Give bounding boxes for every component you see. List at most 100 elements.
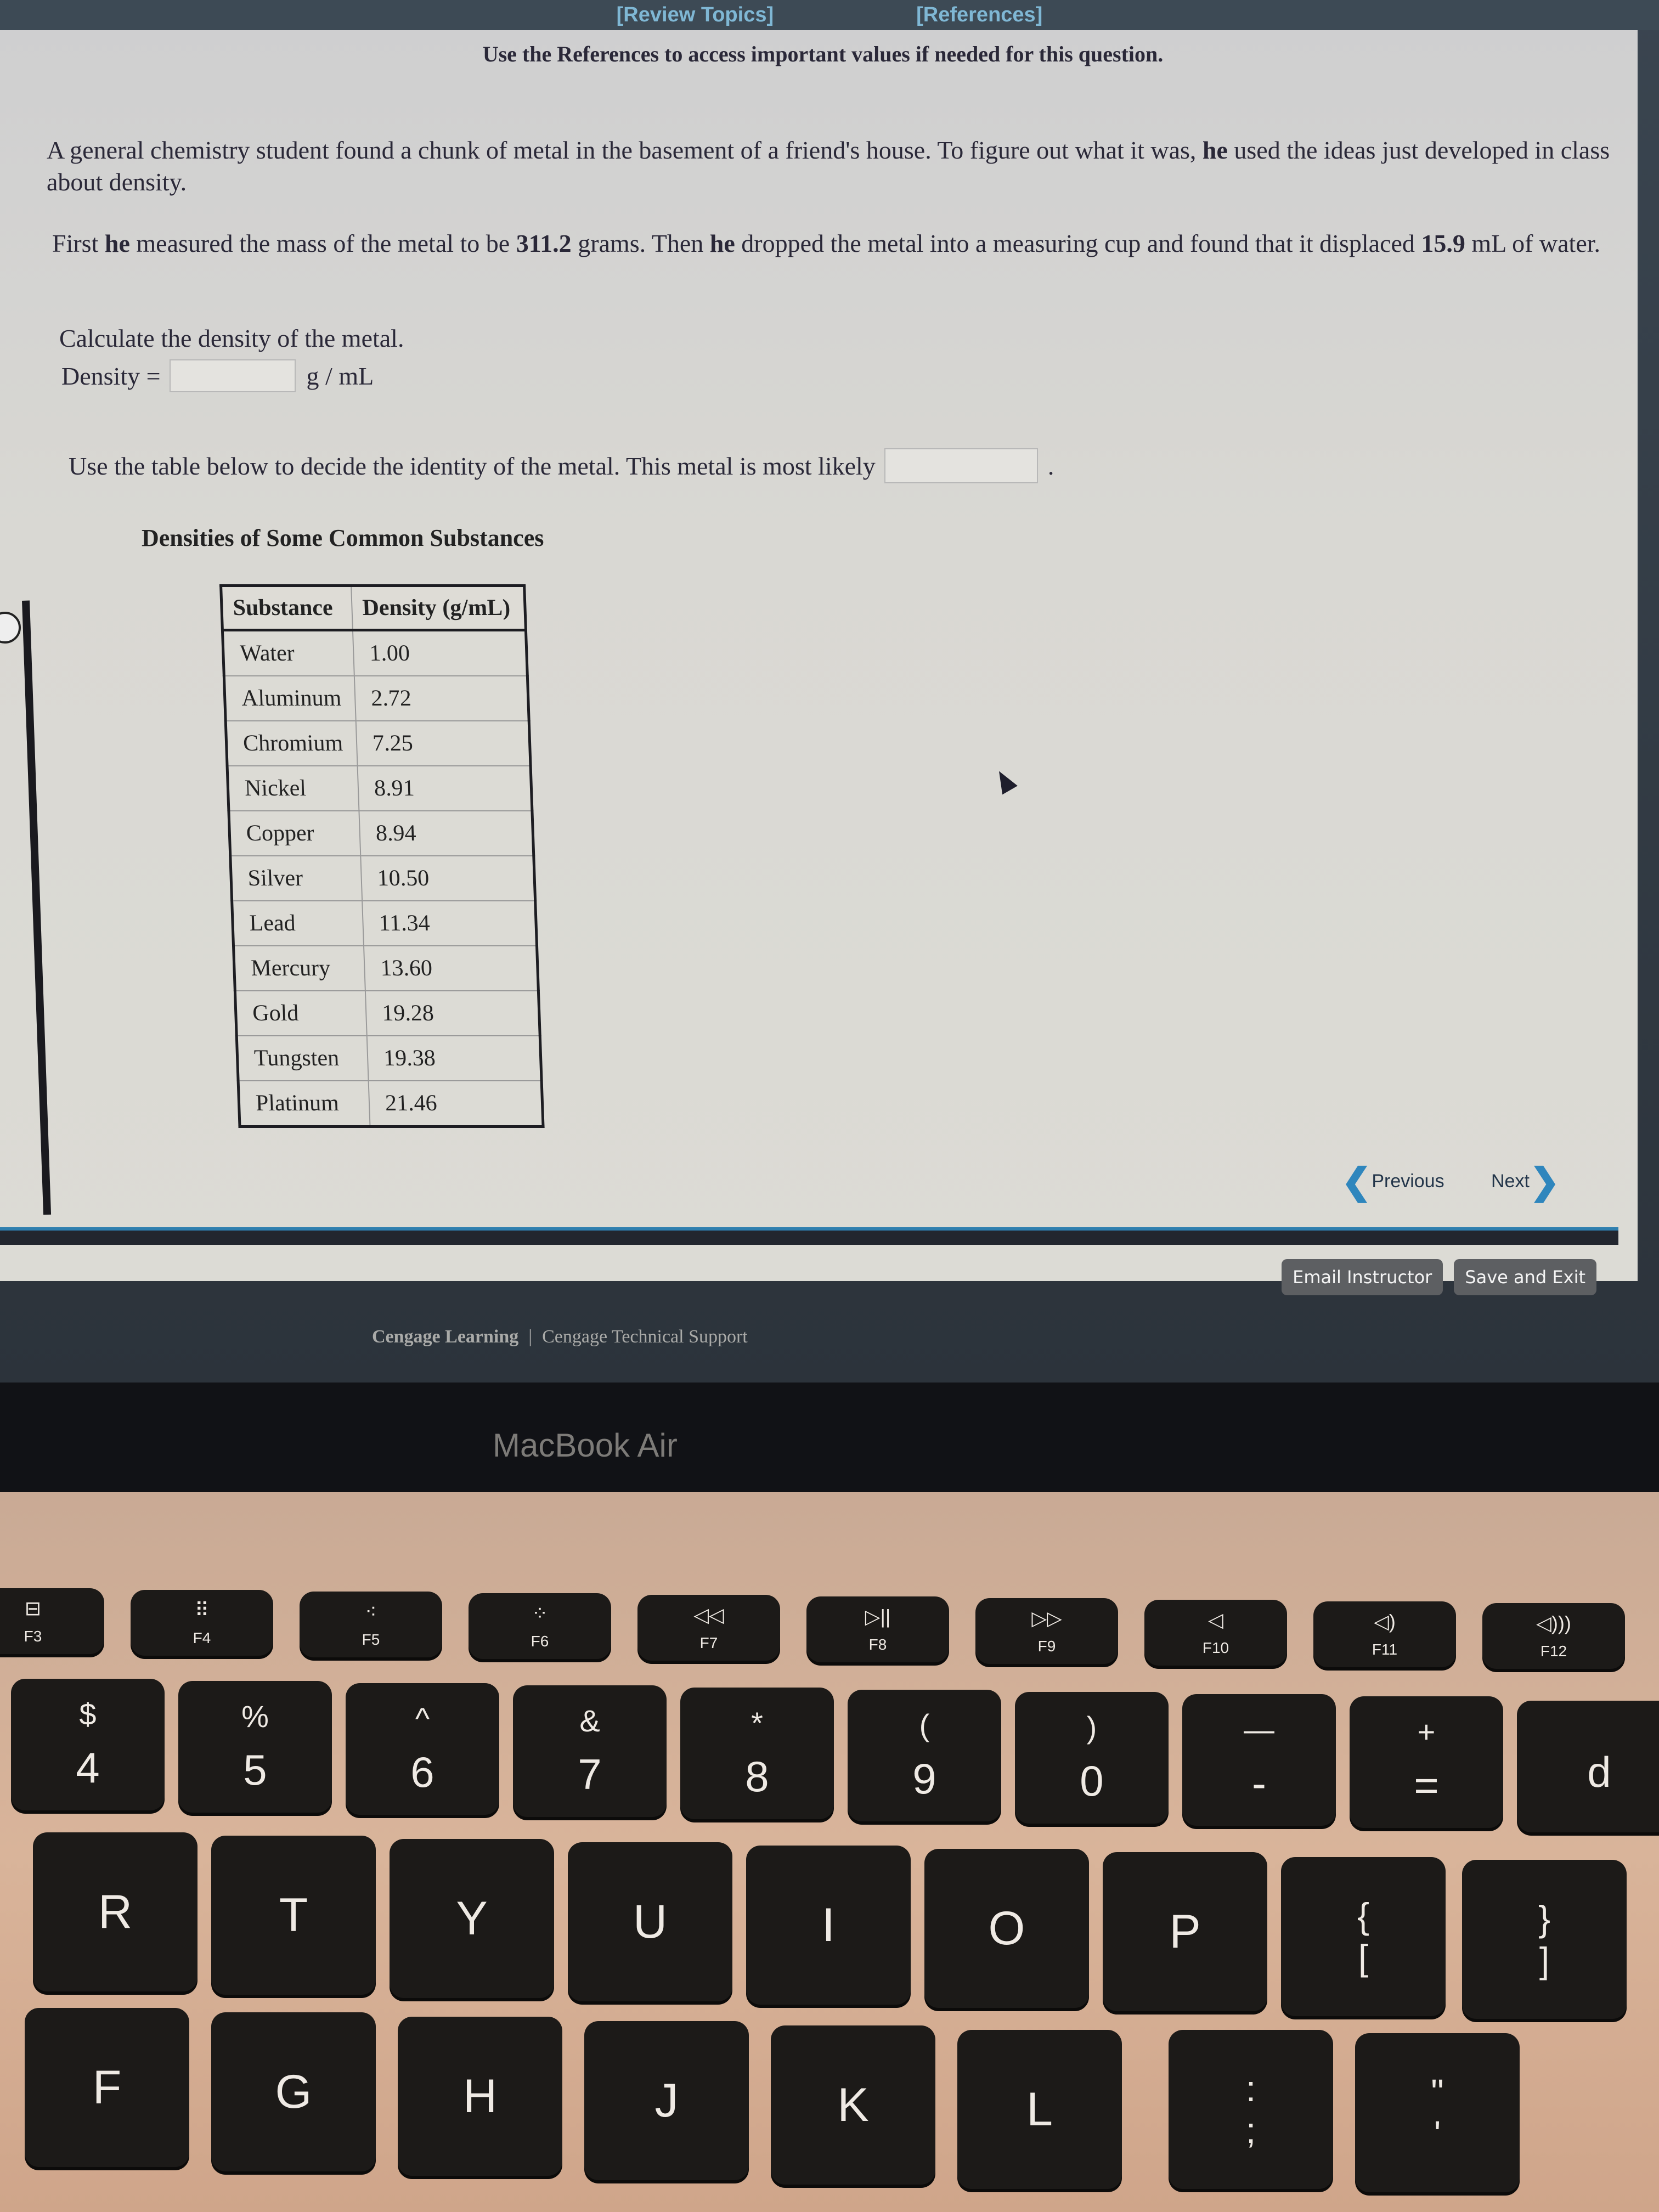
save-and-exit-button[interactable]: Save and Exit xyxy=(1454,1259,1596,1295)
key-r[interactable]: R xyxy=(33,1832,198,1991)
substance-cell: Copper xyxy=(228,811,361,856)
key-f6[interactable]: ⁘ F6 xyxy=(469,1593,611,1659)
key-label: Y xyxy=(456,1892,488,1945)
key-bracket-0[interactable]: {[ xyxy=(1281,1857,1446,2016)
technical-support-link[interactable]: Cengage Technical Support xyxy=(542,1327,748,1347)
key-label: F7 xyxy=(699,1634,718,1651)
key-i[interactable]: I xyxy=(746,1846,911,2005)
density-table-title: Densities of Some Common Substances xyxy=(142,524,544,551)
key-6[interactable]: ) 0 xyxy=(1015,1692,1169,1824)
key-j[interactable]: J xyxy=(584,2021,749,2180)
key-primary-symbol: 0 xyxy=(1080,1757,1104,1805)
key-shift-symbol: : xyxy=(1245,2068,1256,2109)
identity-period: . xyxy=(1047,452,1054,480)
key-7[interactable]: — - xyxy=(1182,1694,1336,1826)
intro-pronoun: he xyxy=(1202,136,1228,164)
side-panel-handle[interactable] xyxy=(0,612,21,644)
key-f5[interactable]: ⁖ F5 xyxy=(300,1592,442,1657)
key-f10[interactable]: ◁ F10 xyxy=(1144,1600,1287,1666)
key-g[interactable]: G xyxy=(211,2012,376,2171)
substance-cell: Platinum xyxy=(238,1081,370,1127)
measure-pronoun: he xyxy=(104,229,130,257)
key-u[interactable]: U xyxy=(568,1842,732,2001)
play-pause-icon: ▷|| xyxy=(865,1605,891,1628)
key-shift-symbol: & xyxy=(579,1703,600,1738)
email-instructor-button[interactable]: Email Instructor xyxy=(1282,1259,1443,1295)
key-f8[interactable]: ▷|| F8 xyxy=(806,1596,949,1662)
key-0[interactable]: $4 xyxy=(11,1679,165,1810)
key-f4[interactable]: ⠿ F4 xyxy=(131,1590,273,1656)
key-o[interactable]: O xyxy=(924,1849,1089,2008)
key-punct-1[interactable]: " ' xyxy=(1355,2033,1520,2192)
key-label: F10 xyxy=(1202,1639,1229,1656)
keyboard-brightness-up-icon: ⁘ xyxy=(531,1602,549,1624)
key-f11[interactable]: ◁) F11 xyxy=(1313,1601,1456,1667)
key-f[interactable]: F xyxy=(25,2008,189,2167)
key-3[interactable]: & 7 xyxy=(513,1685,667,1817)
column-header-substance: Substance xyxy=(221,585,353,630)
key-label: d xyxy=(1587,1747,1611,1796)
rewind-icon: ◁◁ xyxy=(693,1604,724,1626)
key-label: J xyxy=(654,2074,679,2127)
key-h[interactable]: H xyxy=(398,2017,562,2176)
key-8[interactable]: + = xyxy=(1350,1696,1503,1828)
key-bracket-1[interactable]: }] xyxy=(1462,1860,1627,2019)
measure-text: dropped the metal into a measuring cup a… xyxy=(735,229,1421,257)
key-f12[interactable]: ◁))) F12 xyxy=(1482,1603,1625,1669)
density-cell: 11.34 xyxy=(362,901,537,946)
next-button[interactable]: Next ❯ xyxy=(1491,1163,1560,1199)
key-shift-symbol: $ xyxy=(79,1697,97,1731)
key-shift-symbol: " xyxy=(1431,2072,1444,2112)
key-delete-partial[interactable]: d xyxy=(1517,1701,1659,1832)
key-primary-symbol: - xyxy=(1252,1759,1266,1807)
key-label: F4 xyxy=(193,1629,211,1646)
key-shift-symbol: { xyxy=(1357,1895,1370,1936)
key-primary-symbol: 9 xyxy=(912,1754,936,1803)
measure-text: First xyxy=(52,229,105,257)
density-cell: 19.28 xyxy=(365,991,540,1036)
substance-cell: Lead xyxy=(232,901,364,946)
key-primary-symbol: ' xyxy=(1434,2113,1441,2154)
table-row: Tungsten 19.38 xyxy=(236,1036,542,1081)
side-scrollbar[interactable] xyxy=(22,600,52,1215)
question-page: Use the References to access important v… xyxy=(0,30,1638,1295)
table-header-row: Substance Density (g/mL) xyxy=(221,585,526,630)
key-primary-symbol: ] xyxy=(1539,1940,1550,1980)
key-punct-0[interactable]: :; xyxy=(1169,2030,1333,2189)
identity-prompt: Use the table below to decide the identi… xyxy=(69,452,876,480)
metal-identity-input[interactable] xyxy=(884,448,1038,483)
key-primary-symbol: 5 xyxy=(243,1746,267,1794)
key-primary-symbol: 7 xyxy=(578,1750,602,1798)
substance-cell: Tungsten xyxy=(236,1036,369,1081)
key-t[interactable]: T xyxy=(211,1836,376,1995)
key-f9[interactable]: ▷▷ F9 xyxy=(975,1598,1118,1664)
key-2[interactable]: ^ 6 xyxy=(346,1683,499,1815)
key-p[interactable]: P xyxy=(1103,1852,1267,2011)
footer-links: Cengage Learning | Cengage Technical Suppo… xyxy=(372,1327,748,1347)
key-f3[interactable]: ⊟ F3 xyxy=(0,1588,104,1654)
key-label: F9 xyxy=(1037,1638,1056,1655)
references-link[interactable]: [References] xyxy=(916,3,1042,27)
review-topics-link[interactable]: [Review Topics] xyxy=(617,3,774,27)
cengage-learning-link[interactable]: Cengage Learning xyxy=(372,1327,518,1347)
substance-cell: Silver xyxy=(230,856,363,901)
density-input[interactable] xyxy=(169,359,296,392)
table-row: Silver 10.50 xyxy=(230,856,535,901)
key-f7[interactable]: ◁◁ F7 xyxy=(637,1595,780,1661)
fast-forward-icon: ▷▷ xyxy=(1031,1607,1062,1629)
measure-text: grams. Then xyxy=(571,229,710,257)
previous-label: Previous xyxy=(1372,1170,1444,1192)
key-1[interactable]: % 5 xyxy=(178,1681,332,1813)
previous-button[interactable]: ❮ Previous xyxy=(1341,1163,1444,1199)
section-divider xyxy=(0,1227,1618,1245)
key-5[interactable]: (9 xyxy=(848,1690,1001,1821)
key-y[interactable]: Y xyxy=(390,1839,554,1998)
substance-cell: Water xyxy=(222,630,354,676)
key-shift-symbol: % xyxy=(241,1699,269,1734)
density-question-prompt: Calculate the density of the metal. xyxy=(59,324,404,352)
key-4[interactable]: * 8 xyxy=(680,1688,834,1819)
key-l[interactable]: L xyxy=(957,2030,1122,2189)
density-cell: 10.50 xyxy=(360,856,535,901)
key-label: F xyxy=(92,2061,122,2114)
key-k[interactable]: K xyxy=(771,2025,935,2185)
